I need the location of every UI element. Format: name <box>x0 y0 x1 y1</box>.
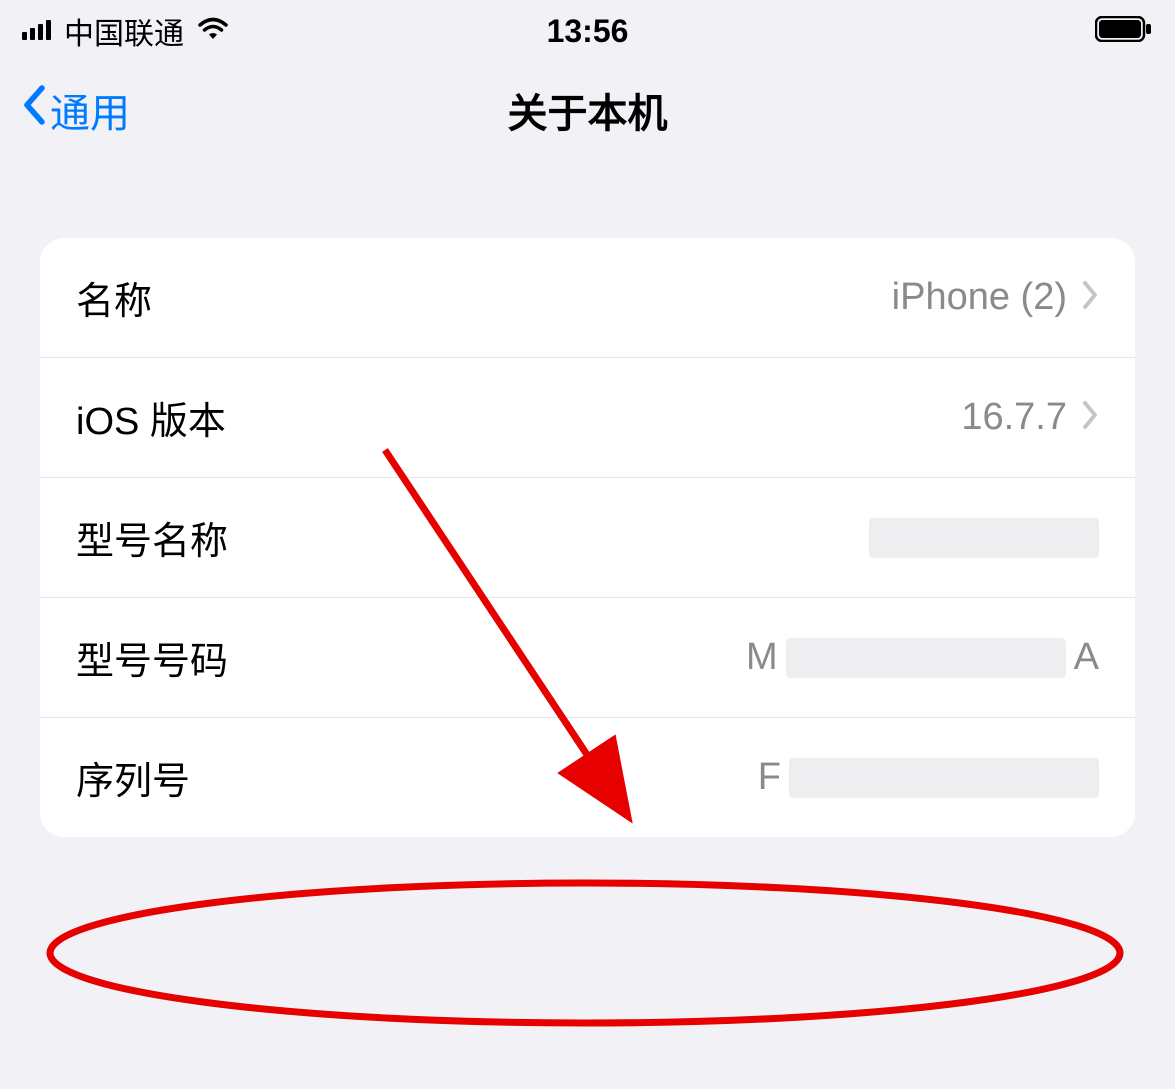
wifi-icon <box>196 17 230 46</box>
row-value-wrap <box>869 518 1099 558</box>
row-value-model-number: M A <box>746 636 1099 679</box>
page-title: 关于本机 <box>508 81 668 139</box>
status-right <box>1095 16 1153 47</box>
row-model-number[interactable]: 型号号码 M A <box>40 598 1135 718</box>
status-bar: 中国联通 13:56 <box>0 0 1175 58</box>
redacted-model-number <box>786 638 1066 678</box>
row-value-wrap: iPhone (2) <box>892 276 1099 319</box>
status-time: 13:56 <box>547 13 629 50</box>
row-value-name: iPhone (2) <box>892 276 1067 319</box>
about-card: 名称 iPhone (2) iOS 版本 16.7.7 <box>40 238 1135 837</box>
row-value-serial: F <box>758 756 1099 799</box>
chevron-right-icon <box>1081 280 1099 315</box>
back-label: 通用 <box>50 81 130 139</box>
row-label-model-name: 型号名称 <box>76 510 228 565</box>
redacted-serial <box>789 758 1099 798</box>
model-number-suffix: A <box>1074 636 1099 679</box>
chevron-left-icon <box>20 84 48 136</box>
content-area: 名称 iPhone (2) iOS 版本 16.7.7 <box>0 168 1175 837</box>
model-number-prefix: M <box>746 636 778 679</box>
carrier-label: 中国联通 <box>64 9 184 53</box>
row-ios-version[interactable]: iOS 版本 16.7.7 <box>40 358 1135 478</box>
row-label-ios-version: iOS 版本 <box>76 390 226 445</box>
row-label-name: 名称 <box>76 270 152 325</box>
serial-prefix: F <box>758 756 781 799</box>
row-serial-number[interactable]: 序列号 F <box>40 718 1135 837</box>
redacted-model-name <box>869 518 1099 558</box>
back-button[interactable]: 通用 <box>20 81 130 139</box>
row-name[interactable]: 名称 iPhone (2) <box>40 238 1135 358</box>
cellular-signal-icon <box>22 18 56 45</box>
row-label-serial: 序列号 <box>76 750 190 805</box>
status-left: 中国联通 <box>22 9 230 53</box>
navigation-bar: 通用 关于本机 <box>0 58 1175 168</box>
row-model-name[interactable]: 型号名称 <box>40 478 1135 598</box>
chevron-right-icon <box>1081 400 1099 435</box>
row-value-ios-version: 16.7.7 <box>961 396 1067 439</box>
row-value-wrap: 16.7.7 <box>961 396 1099 439</box>
row-label-model-number: 型号号码 <box>76 630 228 685</box>
battery-icon <box>1095 16 1153 47</box>
